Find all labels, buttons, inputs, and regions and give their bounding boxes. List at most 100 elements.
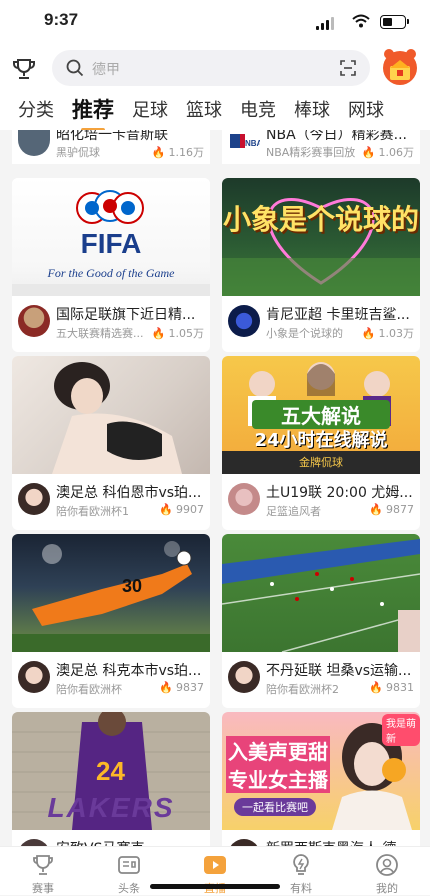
streamer-avatar <box>228 305 260 337</box>
streamer-avatar <box>228 483 260 515</box>
stream-card[interactable]: 入美声更甜 专业女主播 一起看比赛吧 我是萌新 新罗西斯克黑海人 德 <box>222 712 420 846</box>
stream-card[interactable]: 澳足总 科伯恩市vs珀... 陪你看欧洲杯1 🔥 9907 <box>12 356 210 530</box>
status-bar: 9:37 <box>0 0 430 44</box>
popularity: 🔥 9877 <box>369 503 414 516</box>
stream-title: NBA（今日）精彩赛... <box>266 130 408 143</box>
stream-thumbnail: 小象是个说球的 <box>222 178 420 296</box>
stream-thumbnail: 24 LAKERS <box>12 712 210 830</box>
stream-card[interactable]: FIFA For the Good of the Game 国际足联旗下近日精.… <box>12 178 210 352</box>
nav-profile[interactable]: 我的 <box>344 847 430 895</box>
scan-icon[interactable] <box>340 60 356 80</box>
flame-icon: 🔥 <box>369 681 383 694</box>
flame-icon: 🔥 <box>151 145 166 159</box>
stream-card[interactable]: 不丹延联 坦桑vs运输... 陪你看欧洲杯2 🔥 9831 <box>222 534 420 708</box>
stream-thumbnail <box>222 534 420 652</box>
list-item[interactable]: NBA NBA（今日）精彩赛... NBA精彩赛事回放 🔥 1.06万 <box>222 130 420 164</box>
tab-esports[interactable]: 电竞 <box>231 92 285 122</box>
signal-icon <box>316 17 334 30</box>
flame-icon: 🔥 <box>159 503 173 516</box>
flame-icon: 🔥 <box>151 326 166 340</box>
card-info: 肯尼亚超 卡里班吉鲨... 小象是个说球的 🔥 1.03万 <box>222 296 420 352</box>
card-info: 新罗西斯克黑海人 德 <box>222 830 420 846</box>
streamer-avatar <box>18 661 50 693</box>
channel-name: 足篮追风者 <box>266 505 321 518</box>
trophy-icon[interactable] <box>12 58 36 84</box>
search-input[interactable]: 德甲 <box>52 50 370 86</box>
thumb-text: 五大解说 <box>252 400 390 429</box>
channel-name: 小象是个说球的 <box>266 327 343 340</box>
stream-card[interactable]: 30 澳足总 科克本市vs珀... 陪你看欧洲杯 🔥 9837 <box>12 534 210 708</box>
list-item[interactable]: 昭化培一卡音斯联 黑驴侃球 🔥 1.16万 <box>12 130 210 164</box>
channel-name: 五大联赛精选赛... <box>56 327 144 340</box>
nba-logo: NBA <box>228 130 260 156</box>
streamer-avatar <box>18 839 50 846</box>
stream-title: 不丹延联 坦桑vs运输... <box>266 663 412 679</box>
tab-tennis[interactable]: 网球 <box>339 92 393 122</box>
tab-category[interactable]: 分类 <box>0 92 63 122</box>
popularity-count: 1.16万 <box>168 146 205 159</box>
popularity-count: 1.03万 <box>378 327 415 340</box>
thumb-subtext: 专业女主播 <box>226 764 330 793</box>
live-feed: 昭化培一卡音斯联 黑驴侃球 🔥 1.16万 NBA NBA（今日）精彩赛... N… <box>0 130 430 846</box>
thumb-subtext: For the Good of the Game <box>47 266 175 280</box>
streamer-avatar <box>228 839 260 846</box>
status-time: 9:37 <box>44 10 79 29</box>
streamer-avatar <box>228 661 260 693</box>
stream-thumbnail <box>12 356 210 474</box>
popularity-count: 9837 <box>176 681 204 694</box>
stream-card[interactable]: 24 LAKERS 安致VS马赛克 <box>12 712 210 846</box>
popularity: 🔥 1.03万 <box>362 325 414 341</box>
popularity-count: 1.06万 <box>378 146 415 159</box>
popularity: 🔥 9837 <box>159 681 204 694</box>
lucky-bag-icon[interactable] <box>380 46 420 88</box>
stream-thumbnail: 五大解说 24小时在线解说 金牌侃球 <box>222 356 420 474</box>
thumb-text: 入美声更甜 <box>226 736 330 765</box>
channel-name: 陪你看欧洲杯1 <box>56 505 129 518</box>
popularity: 🔥 1.06万 <box>362 144 414 160</box>
flame-icon: 🔥 <box>159 681 173 694</box>
stream-title: 澳足总 科伯恩市vs珀... <box>56 485 202 501</box>
thumb-text: 小象是个说球的 <box>222 203 419 236</box>
channel-name: 陪你看欧洲杯2 <box>266 683 339 696</box>
nav-events[interactable]: 赛事 <box>0 847 86 895</box>
stream-card[interactable]: 小象是个说球的 肯尼亚超 卡里班吉鲨... 小象是个说球的 🔥 1.03万 <box>222 178 420 352</box>
stream-title: 肯尼亚超 卡里班吉鲨... <box>266 307 410 323</box>
stream-title: 澳足总 科克本市vs珀... <box>56 663 202 679</box>
card-info: 安致VS马赛克 <box>12 830 210 846</box>
tab-basketball[interactable]: 篮球 <box>177 92 231 122</box>
thumb-tag: 一起看比赛吧 <box>234 798 316 816</box>
stream-title: 土U19联 20:00 尤姆... <box>266 485 413 501</box>
home-indicator <box>150 884 280 889</box>
search-placeholder: 德甲 <box>92 62 120 78</box>
search-icon <box>66 59 84 81</box>
trophy-icon <box>31 853 55 877</box>
thumb-subtext: 24小时在线解说 <box>254 430 388 451</box>
wifi-icon <box>352 13 370 32</box>
card-info: 土U19联 20:00 尤姆... 足篮追风者 🔥 9877 <box>222 474 420 530</box>
stream-thumbnail: 入美声更甜 专业女主播 一起看比赛吧 我是萌新 <box>222 712 420 830</box>
channel-name: 黑驴侃球 <box>56 146 100 159</box>
popularity-count: 9877 <box>386 503 414 516</box>
thumb-subtext: LAKERS <box>47 792 175 823</box>
card-info: 不丹延联 坦桑vs运输... 陪你看欧洲杯2 🔥 9831 <box>222 652 420 708</box>
stream-title: 安致VS马赛克 <box>56 838 206 846</box>
category-tabs: 分类 推荐 足球 篮球 电竞 棒球 网球 <box>0 92 430 130</box>
battery-icon <box>380 15 409 29</box>
stream-thumbnail: FIFA For the Good of the Game <box>12 178 210 296</box>
flame-icon: 🔥 <box>361 326 376 340</box>
stream-card[interactable]: 五大解说 24小时在线解说 金牌侃球 土U19联 20:00 尤姆... 足篮追… <box>222 356 420 530</box>
popularity: 🔥 1.05万 <box>152 325 204 341</box>
flame-icon: 🔥 <box>361 145 376 159</box>
popularity: 🔥 9907 <box>159 503 204 516</box>
thumb-text: FIFA <box>80 228 142 259</box>
card-info: 澳足总 科克本市vs珀... 陪你看欧洲杯 🔥 9837 <box>12 652 210 708</box>
tab-baseball[interactable]: 棒球 <box>285 92 339 122</box>
news-icon <box>117 853 141 877</box>
stream-title: 新罗西斯克黑海人 德 <box>266 838 416 846</box>
tab-recommend[interactable]: 推荐 <box>63 92 123 130</box>
card-info: 国际足联旗下近日精... 五大联赛精选赛... 🔥 1.05万 <box>12 296 210 352</box>
channel-name: 陪你看欧洲杯 <box>56 683 122 696</box>
streamer-avatar <box>18 130 50 156</box>
streamer-avatar <box>18 483 50 515</box>
tab-football[interactable]: 足球 <box>123 92 177 122</box>
